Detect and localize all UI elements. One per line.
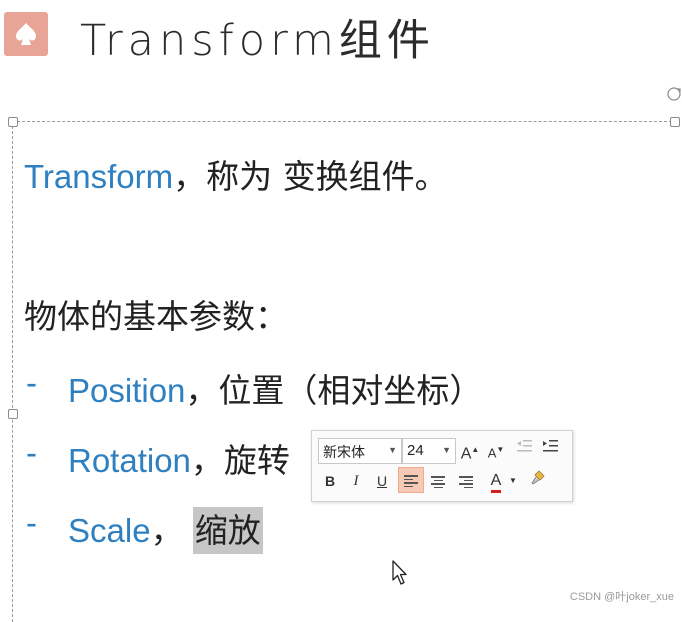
shrink-font-button[interactable]: A▼ [484, 438, 508, 462]
align-right-button[interactable] [454, 469, 478, 493]
list-item-scale: Scale， 缩放 [68, 504, 263, 554]
font-size-select[interactable]: 24 ▼ [402, 438, 456, 464]
resize-handle-left[interactable] [8, 409, 18, 419]
chevron-down-icon: ▼ [388, 445, 397, 455]
increase-indent-icon [543, 440, 558, 452]
chevron-down-icon: ▼ [442, 445, 451, 455]
mini-format-toolbar: 新宋体 ▼ 24 ▼ A▲ A▼ B I U A ▼ [311, 430, 573, 502]
term-position: Position [68, 372, 186, 409]
align-left-icon [404, 475, 418, 489]
font-color-icon: A [490, 472, 502, 493]
bullet-dash: - [26, 434, 37, 471]
format-painter-button[interactable] [526, 469, 550, 493]
rotate-handle-icon[interactable] [666, 86, 682, 102]
term-transform: Transform [24, 158, 174, 195]
term-rotation: Rotation [68, 442, 191, 479]
font-family-value: 新宋体 [323, 445, 365, 461]
font-color-dropdown[interactable]: ▼ [508, 469, 518, 493]
list-item-rotation: Rotation，旋转 [68, 434, 290, 482]
format-painter-icon [531, 470, 545, 485]
term-scale: Scale [68, 512, 151, 549]
font-size-value: 24 [407, 442, 424, 459]
position-description: ，位置（相对坐标） [185, 371, 483, 410]
bold-button[interactable]: B [318, 469, 342, 493]
line-basic-params: 物体的基本参数： [24, 297, 288, 336]
grow-font-icon: A [460, 445, 472, 463]
line-transform: Transform，称为 变换组件。 [24, 150, 448, 198]
decrease-indent-button[interactable] [512, 438, 536, 462]
italic-button[interactable]: I [344, 469, 368, 493]
align-right-icon [459, 476, 473, 490]
bullet-dash: - [26, 364, 37, 401]
decrease-indent-icon [517, 440, 532, 452]
slide-title: Transform组件 [80, 16, 435, 66]
underline-button[interactable]: U [370, 469, 394, 493]
align-center-button[interactable] [426, 469, 450, 493]
font-color-button[interactable]: A [484, 469, 508, 493]
list-item-position: Position，位置（相对坐标） [68, 364, 482, 412]
increase-indent-button[interactable] [538, 438, 562, 462]
align-left-button[interactable] [398, 467, 424, 493]
watermark: CSDN @叶joker_xue [569, 591, 674, 603]
logo-icon [4, 12, 48, 56]
line1-description: ，称为 变换组件。 [173, 157, 448, 196]
resize-handle-top-right[interactable] [670, 117, 680, 127]
selected-text-scale[interactable]: 缩放 [192, 507, 263, 554]
mouse-cursor-icon [392, 560, 408, 591]
bullet-dash: - [26, 504, 37, 541]
resize-handle-top-left[interactable] [8, 117, 18, 127]
font-family-select[interactable]: 新宋体 ▼ [318, 438, 402, 464]
align-center-icon [431, 476, 445, 490]
rotation-description: ，旋转 [190, 441, 290, 480]
title-bar: Transform组件 [0, 0, 682, 70]
scale-separator: ， [150, 511, 184, 550]
grow-font-button[interactable]: A▲ [458, 438, 482, 462]
